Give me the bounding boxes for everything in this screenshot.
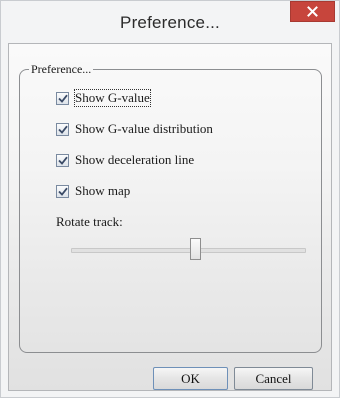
checkbox-label: Show G-value distribution <box>75 121 213 136</box>
title-bar[interactable]: Preference... <box>1 1 339 43</box>
checkbox-label: Show G-value <box>74 89 151 107</box>
checkbox-label: Show deceleration line <box>75 152 195 167</box>
ok-button[interactable]: OK <box>153 367 228 390</box>
rotate-track-label: Rotate track: <box>56 214 123 229</box>
checkbox-box[interactable] <box>56 153 69 167</box>
show-deceleration-line-checkbox[interactable]: Show deceleration line <box>56 152 194 168</box>
rotate-track-slider-thumb[interactable] <box>190 238 201 260</box>
check-mark-icon <box>57 187 68 196</box>
checkbox-box[interactable] <box>56 91 69 105</box>
checkbox-box[interactable] <box>56 122 69 136</box>
checkbox-label: Show map <box>75 183 131 198</box>
window-title: Preference... <box>120 13 220 32</box>
show-g-value-distribution-checkbox[interactable]: Show G-value distribution <box>56 121 213 137</box>
preference-groupbox: Preference... <box>19 62 322 353</box>
show-g-value-checkbox[interactable]: Show G-value <box>56 89 151 107</box>
show-map-checkbox[interactable]: Show map <box>56 183 130 199</box>
check-mark-icon <box>57 156 68 165</box>
close-icon <box>307 6 318 17</box>
dialog-body: Preference... Show G-value Show G-value … <box>8 43 332 391</box>
preference-dialog: Preference... Preference... Show G-value <box>0 0 340 398</box>
check-mark-icon <box>57 94 68 103</box>
checkbox-box[interactable] <box>56 184 69 198</box>
rotate-track-slider[interactable] <box>71 248 306 253</box>
check-mark-icon <box>57 125 68 134</box>
cancel-button[interactable]: Cancel <box>234 367 313 390</box>
close-button[interactable] <box>290 1 335 22</box>
groupbox-label: Preference... <box>29 62 94 76</box>
